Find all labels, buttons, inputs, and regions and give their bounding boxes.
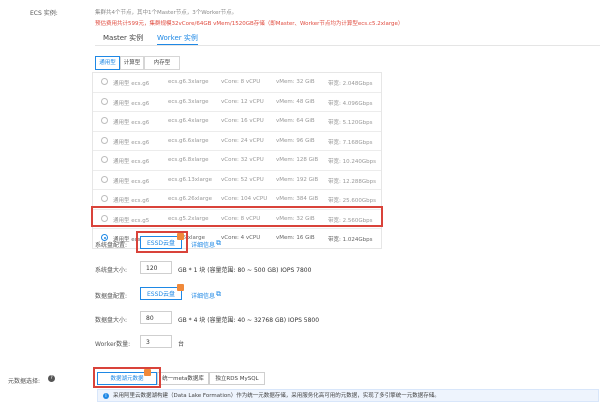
instance-family: 通用型 ecs.g6 <box>113 100 150 107</box>
subtab-memory[interactable]: 内存型 <box>144 56 180 70</box>
system-disk-label: 系统盘配置: <box>95 242 128 249</box>
tab-divider <box>95 45 600 46</box>
instance-vcore: vCore: 52 vCPU <box>221 176 264 183</box>
ecs-cost-note: 预估费用共计599元，集群规模32vCore/64GB vMem/1520GB存… <box>95 21 404 27</box>
info-icon: i <box>103 393 109 399</box>
tab-master[interactable]: Master 实例 <box>103 33 143 44</box>
instance-type: ecs.g6.4xlarge <box>168 118 209 124</box>
worker-count-label: Worker数量: <box>95 341 131 348</box>
instance-radio[interactable] <box>101 117 108 124</box>
instance-vmem: vMem: 128 GiB <box>276 157 319 163</box>
instance-bandwidth: 带宽: 7.168Gbps <box>328 139 373 146</box>
metadata-label: 元数据选择: <box>8 378 41 385</box>
instance-radio[interactable] <box>101 136 108 144</box>
subtab-general[interactable]: 通用型 <box>95 56 120 70</box>
selected-row-highlight <box>91 206 383 227</box>
instance-vcore: vCore: 4 vCPU <box>221 235 261 241</box>
ecs-node-note: 集群共4个节点，其中1个Master节点，3个Worker节点。 <box>95 10 238 16</box>
instance-family: 通用型 ecs.g6 <box>113 198 150 204</box>
metadata-info-banner: i 采用阿里云数据湖构建（Data Lake Formation）作为统一元数据… <box>97 389 599 402</box>
metadata-info-text: 采用阿里云数据湖构建（Data Lake Formation）作为统一元数据存储… <box>113 393 440 399</box>
instance-vcore: vCore: 104 vCPU <box>221 196 268 202</box>
data-disk-size-input[interactable]: 80 <box>140 311 172 324</box>
instance-vmem: vMem: 16 GiB <box>276 235 315 241</box>
instance-bandwidth: 带宽: 25.600Gbps <box>328 198 376 204</box>
system-disk-detail-link[interactable]: 详细信息 <box>191 240 215 249</box>
instance-type: ecs.g6.8xlarge <box>168 157 209 163</box>
instance-row[interactable]: 通用型 ecs.g6 ecs.g6.6xlarge vCore: 24 vCPU… <box>93 132 381 151</box>
instance-bandwidth: 带宽: 5.120Gbps <box>328 120 373 126</box>
system-disk-highlight <box>136 231 188 253</box>
data-disk-type-button[interactable]: ESSD云盘 <box>140 287 182 300</box>
instance-family: 通用型 ecs.g6 <box>113 120 150 126</box>
worker-count-input[interactable]: 3 <box>140 335 172 348</box>
instance-radio[interactable] <box>101 195 108 202</box>
instance-vmem: vMem: 384 GiB <box>276 196 319 202</box>
data-disk-label: 数据盘配置: <box>95 293 128 300</box>
instance-type: ecs.g6.3xlarge <box>168 98 209 105</box>
promo-tag-icon <box>177 284 184 291</box>
instance-radio[interactable] <box>101 97 108 105</box>
instance-type: ecs.g6.26xlarge <box>168 196 212 202</box>
instance-bandwidth: 带宽: 10.240Gbps <box>328 159 376 165</box>
help-icon[interactable]: ? <box>48 375 55 382</box>
instance-bandwidth: 带宽: 12.288Gbps <box>328 178 376 185</box>
instance-radio[interactable] <box>101 156 108 163</box>
instance-type: ecs.g6.13xlarge <box>168 176 212 183</box>
external-link-icon[interactable]: ⧉ <box>216 290 221 299</box>
instance-row[interactable]: 通用型 ecs.g6 ecs.g6.8xlarge vCore: 32 vCPU… <box>93 151 381 171</box>
data-disk-size-desc: GB * 4 块 (容量范围: 40 ~ 32768 GB) IOPS 5800 <box>178 317 320 324</box>
instance-family: 通用型 ecs.g6 <box>113 139 150 146</box>
tab-worker[interactable]: Worker 实例 <box>157 33 198 45</box>
instance-vcore: vCore: 16 vCPU <box>221 118 264 124</box>
worker-count-unit: 台 <box>178 341 185 348</box>
instance-vmem: vMem: 96 GiB <box>276 137 315 144</box>
instance-type: ecs.g6.3xlarge <box>168 79 209 85</box>
metadata-option-highlight <box>93 367 161 388</box>
instance-row[interactable]: 通用型 ecs.g6 ecs.g6.3xlarge vCore: 12 vCPU… <box>93 93 381 112</box>
instance-family: 通用型 ecs.g6 <box>113 81 150 87</box>
instance-bandwidth: 带宽: 4.096Gbps <box>328 100 373 107</box>
external-link-icon[interactable]: ⧉ <box>216 239 221 248</box>
data-disk-detail-link[interactable]: 详细信息 <box>191 291 215 300</box>
instance-row[interactable]: 通用型 ecs.g6 ecs.g6.3xlarge vCore: 8 vCPU … <box>93 73 381 93</box>
instance-family: 通用型 ecs.g6 <box>113 178 150 185</box>
metadata-option-unified-meta[interactable]: 统一meta数据库 <box>157 372 209 385</box>
data-disk-size-label: 数据盘大小: <box>95 317 128 324</box>
system-disk-size-input[interactable]: 120 <box>140 261 172 274</box>
instance-type: ecs.g6.6xlarge <box>168 137 209 144</box>
instance-row[interactable]: 通用型 ecs.g6 ecs.g6.4xlarge vCore: 16 vCPU… <box>93 112 381 132</box>
ecs-label: ECS 实例: <box>30 10 58 17</box>
metadata-option-rds[interactable]: 独立RDS MySQL <box>209 372 265 385</box>
instance-row[interactable]: 通用型 ecs.g6 ecs.g6.13xlarge vCore: 52 vCP… <box>93 171 381 190</box>
instance-radio[interactable] <box>101 78 108 85</box>
instance-bandwidth: 带宽: 1.024Gbps <box>328 237 373 243</box>
instance-vcore: vCore: 12 vCPU <box>221 98 264 105</box>
system-disk-size-label: 系统盘大小: <box>95 267 128 274</box>
instance-vcore: vCore: 24 vCPU <box>221 137 264 144</box>
system-disk-size-desc: GB * 1 块 (容量范围: 80 ~ 500 GB) IOPS 7800 <box>178 267 312 274</box>
instance-bandwidth: 带宽: 2.048Gbps <box>328 81 373 87</box>
instance-vmem: vMem: 32 GiB <box>276 79 315 85</box>
instance-vmem: vMem: 48 GiB <box>276 98 315 105</box>
instance-radio[interactable] <box>101 175 108 183</box>
instance-family: 通用型 ecs.g6 <box>113 159 150 165</box>
subtab-compute[interactable]: 计算型 <box>120 56 144 70</box>
instance-vcore: vCore: 32 vCPU <box>221 157 264 163</box>
instance-vmem: vMem: 192 GiB <box>276 176 319 183</box>
instance-vmem: vMem: 64 GiB <box>276 118 315 124</box>
instance-vcore: vCore: 8 vCPU <box>221 79 261 85</box>
